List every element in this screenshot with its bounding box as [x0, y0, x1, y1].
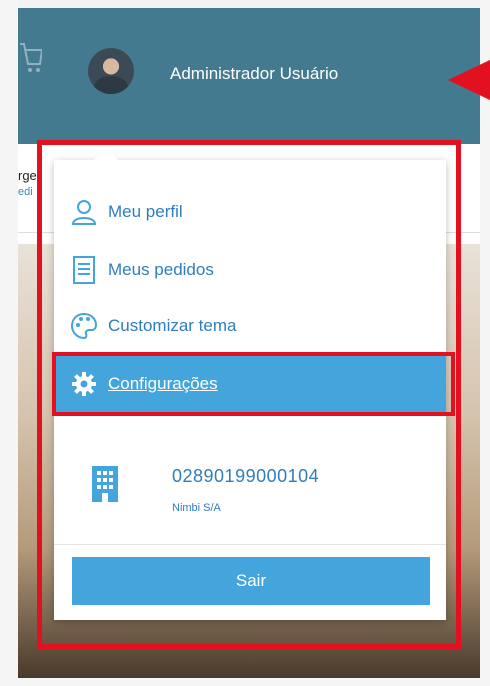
annotation-arrow — [448, 58, 490, 102]
annotation-highlight-settings — [52, 352, 455, 416]
left-frame — [0, 0, 18, 686]
user-name[interactable]: Administrador Usuário — [170, 64, 338, 84]
background-link: edi — [18, 186, 33, 198]
avatar[interactable] — [88, 48, 134, 94]
right-frame — [480, 0, 490, 686]
cart-icon[interactable] — [16, 36, 44, 81]
top-header: Administrador Usuário — [16, 8, 490, 144]
bottom-frame — [0, 678, 490, 686]
background-text: rge — [18, 168, 37, 183]
